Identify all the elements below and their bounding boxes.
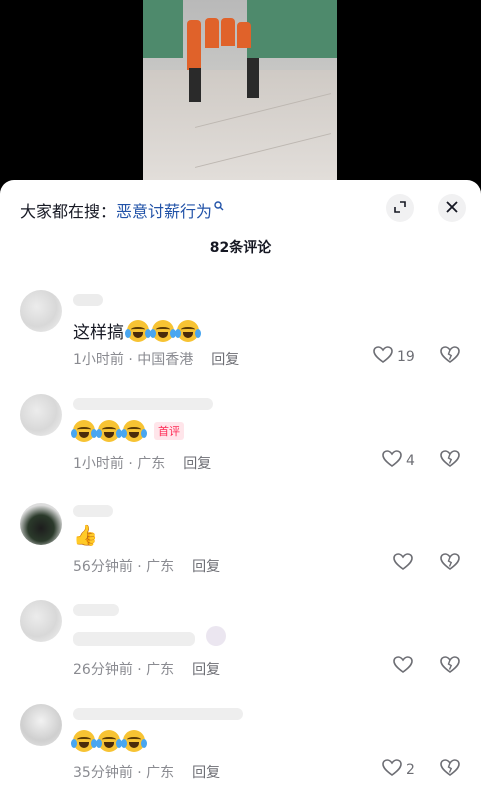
video-banner-left (143, 0, 183, 58)
like-count: 4 (406, 453, 415, 469)
broken-heart-icon (440, 553, 460, 575)
crying-laugh-emoji (71, 420, 97, 442)
dislike-button[interactable] (440, 346, 460, 368)
crying-laugh-emoji (96, 420, 122, 442)
search-icon (214, 200, 224, 214)
video-person (221, 18, 235, 46)
reply-button[interactable]: 回复 (211, 349, 239, 369)
like-button[interactable]: 4 (382, 450, 415, 472)
video-banner-right (247, 0, 337, 58)
video-floor (143, 70, 337, 186)
comment-time: 1小时前 · 广东 (73, 456, 166, 472)
thumbs-up-emoji: 👍 (73, 523, 98, 547)
username[interactable] (73, 294, 103, 306)
video-person (237, 22, 251, 48)
video-person (205, 18, 219, 48)
username[interactable] (73, 604, 119, 616)
like-count: 2 (406, 762, 415, 778)
avatar[interactable] (20, 290, 62, 332)
comment-body: 首评 (71, 420, 184, 442)
heart-outline-icon (393, 656, 413, 678)
crying-laugh-emoji (121, 420, 147, 442)
close-icon (445, 199, 459, 218)
comment-item: 这样搞 1小时前 · 中国香港 回复 19 (0, 288, 481, 388)
video-preview[interactable] (143, 0, 337, 186)
avatar[interactable] (20, 600, 62, 642)
broken-heart-icon (440, 759, 460, 781)
comment-body (71, 730, 147, 752)
crying-laugh-emoji (150, 319, 176, 342)
expand-icon (393, 199, 407, 218)
comment-item: 首评 1小时前 · 广东 回复 4 (0, 392, 481, 492)
comment-body: 这样搞 (73, 318, 201, 343)
dislike-button[interactable] (440, 656, 460, 678)
search-prefix: 大家都在搜： (20, 202, 117, 221)
broken-heart-icon (440, 346, 460, 368)
comment-sheet: 大家都在搜： 恶意讨薪行为 82条评论 这样搞 1小时前 · 中国香港 回复 1… (0, 180, 481, 800)
username[interactable] (73, 505, 113, 517)
dislike-button[interactable] (440, 553, 460, 575)
avatar[interactable] (20, 704, 62, 746)
like-count: 19 (397, 349, 415, 365)
video-person (187, 20, 201, 70)
broken-heart-icon (440, 450, 460, 472)
comment-time: 35分钟前 · 广东 (73, 765, 175, 781)
crying-laugh-emoji (121, 730, 147, 752)
crying-laugh-emoji (96, 730, 122, 752)
heart-outline-icon (373, 346, 393, 368)
heart-outline-icon (382, 450, 402, 472)
comment-time: 1小时前 · 中国香港 (73, 352, 194, 368)
comment-item: 26分钟前 · 广东 回复 (0, 598, 481, 698)
reply-button[interactable]: 回复 (192, 659, 220, 679)
video-person-legs (247, 58, 259, 98)
avatar[interactable] (20, 503, 62, 545)
comment-meta: 56分钟前 · 广东 回复 (73, 556, 220, 576)
like-button[interactable] (393, 553, 413, 575)
crying-laugh-emoji (71, 730, 97, 752)
username[interactable] (73, 708, 243, 720)
comment-meta: 35分钟前 · 广东 回复 (73, 762, 220, 782)
like-button[interactable]: 2 (382, 759, 415, 781)
search-suggestion[interactable]: 大家都在搜： 恶意讨薪行为 (20, 198, 224, 222)
reply-button[interactable]: 回复 (192, 762, 220, 782)
comment-item: 👍 56分钟前 · 广东 回复 (0, 495, 481, 595)
like-button[interactable]: 19 (373, 346, 415, 368)
username[interactable] (73, 398, 213, 410)
dislike-button[interactable] (440, 759, 460, 781)
reply-button[interactable]: 回复 (183, 453, 211, 473)
search-term-link[interactable]: 恶意讨薪行为 (116, 198, 212, 222)
comment-body: 👍 (73, 523, 98, 547)
heart-outline-icon (382, 759, 402, 781)
comment-time: 56分钟前 · 广东 (73, 559, 175, 575)
video-person-legs (189, 68, 201, 102)
like-button[interactable] (393, 656, 413, 678)
comment-item: 35分钟前 · 广东 回复 2 (0, 702, 481, 800)
reply-button[interactable]: 回复 (192, 556, 220, 576)
comment-meta: 1小时前 · 中国香港 回复 (73, 349, 239, 369)
crying-laugh-emoji (125, 319, 151, 342)
comment-meta: 26分钟前 · 广东 回复 (73, 659, 220, 679)
blurred-emoji (206, 626, 226, 646)
comment-time: 26分钟前 · 广东 (73, 662, 175, 678)
dislike-button[interactable] (440, 450, 460, 472)
broken-heart-icon (440, 656, 460, 678)
first-comment-badge: 首评 (154, 422, 184, 440)
expand-button[interactable] (386, 194, 414, 222)
comment-count: 82条评论 (209, 240, 272, 256)
crying-laugh-emoji (175, 319, 201, 342)
blurred-comment-text (73, 632, 195, 646)
close-button[interactable] (438, 194, 466, 222)
avatar[interactable] (20, 394, 62, 436)
heart-outline-icon (393, 553, 413, 575)
comment-meta: 1小时前 · 广东 回复 (73, 453, 211, 473)
comment-text: 这样搞 (73, 323, 124, 343)
